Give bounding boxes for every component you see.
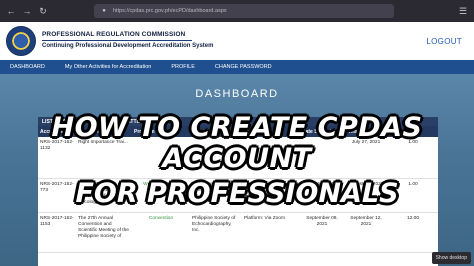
- prc-seal-logo: [6, 26, 36, 56]
- table-cell: Philippine Society of Echocardiography, …: [192, 216, 236, 233]
- table-cell: Platform: Via Zoom: [244, 182, 285, 187]
- table-cell: Webinar / Online Learning: [143, 182, 179, 193]
- table-cell: [242, 137, 300, 178]
- browser-toolbar: ← → ↻ ● https://cpdas.prc.gov.ph/ecPD/da…: [0, 0, 474, 22]
- arrow-right-icon[interactable]: →: [22, 6, 32, 16]
- nav-other-activities[interactable]: My Other Activities for Accreditation: [55, 64, 162, 70]
- column-header[interactable]: Provider Name: [190, 126, 242, 137]
- table-row: NRS-2017-162-1132 Right Importance Trai.…: [38, 137, 438, 179]
- table-cell: NRS-2017-162-773: [40, 182, 74, 193]
- logout-link[interactable]: LOGOUT: [426, 37, 462, 46]
- page-title: DASHBOARD: [195, 88, 279, 100]
- reload-icon[interactable]: ↻: [38, 6, 48, 16]
- table-cell: NRS-2017-162-1132: [40, 140, 74, 151]
- nav-dashboard[interactable]: DASHBOARD: [0, 64, 55, 70]
- nav-profile[interactable]: PROFILE: [161, 64, 205, 70]
- table-caption: LIST OF ACCREDITED PROGRAMS ATTENDED: [38, 117, 438, 126]
- table-cell: [300, 137, 344, 178]
- table-row: NRS-2017-162-773 PSE WEBINAR ECHOing Pra…: [38, 179, 438, 213]
- table-cell: Convention: [148, 216, 174, 221]
- arrow-left-icon[interactable]: ←: [6, 6, 16, 16]
- column-header[interactable]: Venue: [242, 126, 300, 137]
- lock-icon: ●: [102, 8, 106, 14]
- main-nav: DASHBOARD My Other Activities for Accred…: [0, 60, 474, 74]
- table-cell: Right Importance Trai...: [78, 140, 128, 145]
- dashboard-content: DASHBOARD LIST OF ACCREDITED PROGRAMS AT…: [0, 74, 474, 266]
- table-cell: Platform: Via Zoom: [244, 216, 285, 221]
- table-cell: [132, 137, 190, 178]
- table-cell: PSE WEBINAR ECHOing Practices in Clinica…: [78, 182, 127, 205]
- table-cell: 1.00: [408, 140, 418, 145]
- table-cell: August 30, 2021: [304, 182, 340, 187]
- table-cell: August 30, 2021: [348, 182, 384, 187]
- programs-table: LIST OF ACCREDITED PROGRAMS ATTENDED Acc…: [38, 117, 438, 266]
- column-header[interactable]: Accreditation No.: [38, 126, 76, 137]
- table-cell: September 09, 2021: [306, 216, 338, 227]
- table-cell: NRS-2017-162-1153: [40, 216, 74, 227]
- column-header[interactable]: Program Title: [76, 126, 132, 137]
- column-header[interactable]: Credit Units: [388, 126, 438, 137]
- extensions-icon[interactable]: ☰: [458, 6, 468, 16]
- nav-change-password[interactable]: CHANGE PASSWORD: [205, 64, 282, 70]
- header-divider: [42, 40, 192, 41]
- table-cell: July 27, 2021: [351, 140, 381, 145]
- column-header[interactable]: Finished: [344, 126, 388, 137]
- column-header[interactable]: Program Type: [132, 126, 190, 137]
- table-cell: The 27th Annual Convention and Scientifi…: [78, 216, 129, 239]
- table-cell: [190, 137, 242, 178]
- address-bar[interactable]: ● https://cpdas.prc.gov.ph/ecPD/dashboar…: [94, 4, 394, 18]
- url-text: https://cpdas.prc.gov.ph/ecPD/dashboard.…: [113, 8, 227, 14]
- column-header[interactable]: Date Started: [300, 126, 344, 137]
- system-name: Continuing Professional Development Accr…: [42, 43, 214, 49]
- table-cell: 1.00: [408, 182, 418, 187]
- table-header: Accreditation No. Program Title Program …: [38, 126, 438, 137]
- table-cell: 12.00: [406, 216, 419, 221]
- site-header: PROFESSIONAL REGULATION COMMISSION Conti…: [0, 22, 474, 60]
- show-desktop-button[interactable]: Show desktop: [431, 252, 471, 264]
- table-row: NRS-2017-162-1153 The 27th Annual Conven…: [38, 213, 438, 253]
- table-cell: September 12, 2021: [350, 216, 382, 227]
- org-name: PROFESSIONAL REGULATION COMMISSION: [42, 31, 186, 38]
- table-cell: Philippine Society of Echocardiography, …: [192, 182, 236, 199]
